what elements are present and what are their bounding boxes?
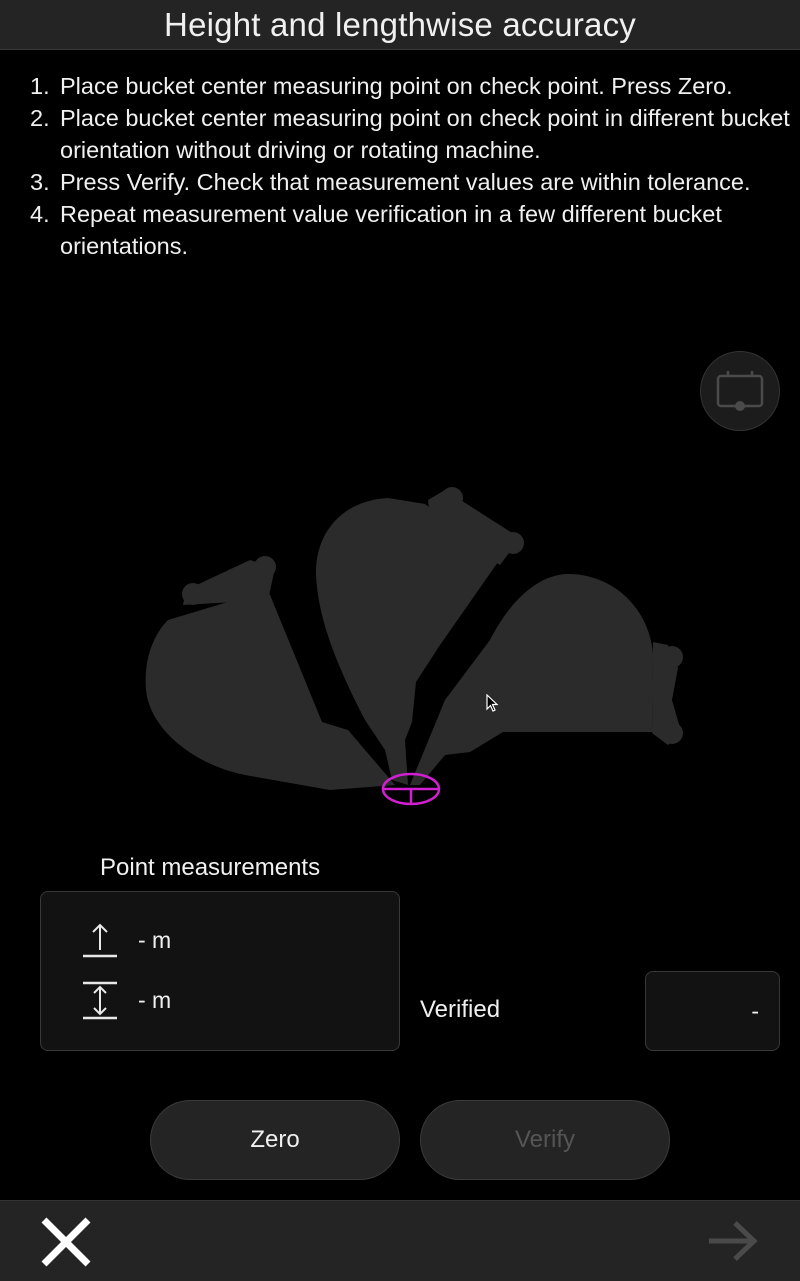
machine-view-button[interactable] (700, 351, 780, 431)
instruction-item: 2. Place bucket center measuring point o… (30, 102, 800, 166)
verify-button[interactable]: Verify (420, 1100, 670, 1180)
check-point-target (381, 772, 441, 806)
verified-value-field: - (645, 971, 780, 1051)
length-arrow-icon (83, 981, 117, 1020)
height-measurement-row: - m (80, 920, 171, 960)
length-measurement-row: - m (80, 980, 171, 1020)
arrow-right-icon (709, 1221, 758, 1261)
machine-view-icon (716, 371, 764, 411)
instruction-text: Repeat measurement value verification in… (60, 201, 722, 259)
instruction-number: 1. (30, 73, 50, 99)
mouse-pointer-icon (486, 694, 499, 712)
instruction-number: 3. (30, 169, 50, 195)
instruction-number: 4. (30, 201, 50, 227)
instruction-list: 1. Place bucket center measuring point o… (30, 70, 800, 262)
footer-bar (0, 1200, 800, 1281)
close-icon (41, 1217, 91, 1267)
next-button[interactable] (705, 1217, 761, 1265)
instruction-item: 3. Press Verify. Check that measurement … (30, 166, 800, 198)
height-arrow-icon (83, 923, 117, 958)
close-button[interactable] (38, 1215, 94, 1269)
instruction-number: 2. (30, 105, 50, 131)
title-bar: Height and lengthwise accuracy (0, 0, 800, 50)
instruction-text: Place bucket center measuring point on c… (60, 73, 733, 99)
page-title: Height and lengthwise accuracy (164, 5, 636, 43)
point-measurements-panel (40, 891, 400, 1051)
point-measurements-title: Point measurements (100, 854, 321, 881)
length-measurement-value: - m (138, 986, 172, 1013)
instruction-item: 4. Repeat measurement value verification… (30, 198, 800, 262)
bucket-orientation-illustration (145, 487, 683, 806)
instruction-text: Place bucket center measuring point on c… (60, 105, 790, 163)
instruction-item: 1. Place bucket center measuring point o… (30, 70, 800, 102)
verified-label: Verified (420, 996, 501, 1023)
zero-button[interactable]: Zero (150, 1100, 400, 1180)
instruction-text: Press Verify. Check that measurement val… (60, 169, 751, 195)
verified-value: - (751, 997, 759, 1024)
height-measurement-value: - m (138, 926, 172, 953)
